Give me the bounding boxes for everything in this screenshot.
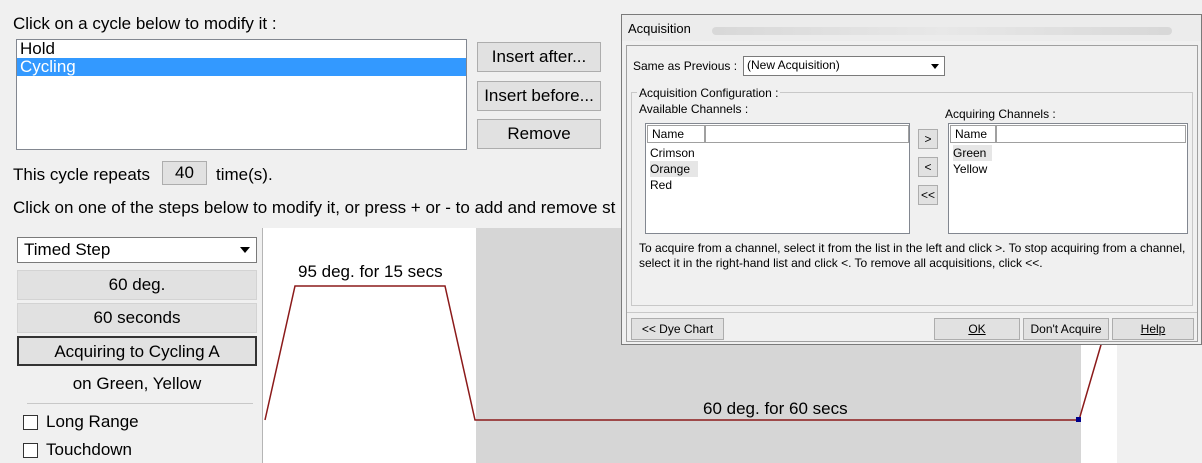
cycle-prompt: Click on a cycle below to modify it : [13,14,277,33]
dialog-title: Acquisition [628,21,691,36]
temperature-button[interactable]: 60 deg. [17,270,257,300]
insert-before-button[interactable]: Insert before... [477,81,601,111]
dye-chart-button[interactable]: << Dye Chart [631,318,724,340]
touchdown-label: Touchdown [46,440,133,459]
column-header-name[interactable]: Name [647,125,705,143]
cycle-item-cycling[interactable]: Cycling [17,58,466,76]
insert-after-button[interactable]: Insert after... [477,42,601,72]
step-type-value: Timed Step [24,240,111,259]
acquisition-dialog: Acquisition Same as Previous : (New Acqu… [621,14,1202,345]
available-channels-list[interactable]: Name Crimson Orange Red [645,123,910,234]
step-label-high[interactable]: 95 deg. for 15 secs [298,262,443,282]
step-type-select[interactable]: Timed Step [17,237,257,263]
channels-text: on Green, Yellow [72,374,202,393]
repeat-count-field[interactable]: 40 [162,161,207,185]
column-header-blank[interactable] [705,125,909,143]
chevron-down-icon[interactable] [234,239,255,261]
remove-button[interactable]: Remove [477,119,601,149]
ok-label: OK [968,322,986,336]
channel-crimson[interactable]: Crimson [650,145,695,161]
same-as-previous-select[interactable]: (New Acquisition) [743,56,945,76]
acquiring-channels-list[interactable]: Name Green Yellow [948,123,1188,234]
add-channel-button[interactable]: > [918,129,938,149]
channel-orange[interactable]: Orange [650,161,699,177]
channel-yellow[interactable]: Yellow [953,161,987,177]
divider [27,403,253,404]
channel-red[interactable]: Red [650,177,672,193]
group-label: Acquisition Configuration : [637,86,781,100]
help-label: Help [1140,322,1166,336]
touchdown-checkbox[interactable] [23,442,38,458]
duration-button[interactable]: 60 seconds [17,303,257,333]
acquiring-button[interactable]: Acquiring to Cycling A [17,336,257,366]
long-range-row[interactable]: Long Range [23,412,139,432]
help-button[interactable]: Help [1112,318,1194,340]
long-range-label: Long Range [46,412,139,431]
remove-all-button[interactable]: << [918,185,938,205]
dialog-body: Same as Previous : (New Acquisition) Acq… [626,45,1198,342]
dialog-titlebar[interactable]: Acquisition [622,15,1201,41]
step-panel: Timed Step 60 deg. 60 seconds Acquiring … [13,228,261,463]
column-header-name[interactable]: Name [950,125,996,143]
acquisition-help-text: To acquire from a channel, select it fro… [639,241,1186,270]
chevron-down-icon[interactable] [927,58,943,74]
footer-divider [627,312,1197,313]
acquiring-channels-label: Acquiring Channels : [945,107,1056,121]
column-header-blank[interactable] [996,125,1186,143]
same-as-previous-label: Same as Previous : [633,59,738,73]
obscured-text [712,27,1172,35]
available-channels-label: Available Channels : [639,102,749,116]
cycle-list[interactable]: Hold Cycling [16,39,467,150]
remove-channel-button[interactable]: < [918,157,938,177]
channel-green[interactable]: Green [953,145,993,161]
cycle-item-hold[interactable]: Hold [17,40,466,58]
ok-button[interactable]: OK [934,318,1020,340]
step-end-marker [1076,417,1081,422]
same-as-previous-value: (New Acquisition) [747,58,840,72]
repeat-suffix: time(s). [216,165,273,184]
steps-prompt: Click on one of the steps below to modif… [13,198,616,217]
step-label-low[interactable]: 60 deg. for 60 secs [703,399,848,419]
touchdown-row[interactable]: Touchdown [23,440,132,460]
long-range-checkbox[interactable] [23,414,38,430]
repeat-prefix: This cycle repeats [13,165,150,184]
dont-acquire-button[interactable]: Don't Acquire [1023,318,1109,340]
